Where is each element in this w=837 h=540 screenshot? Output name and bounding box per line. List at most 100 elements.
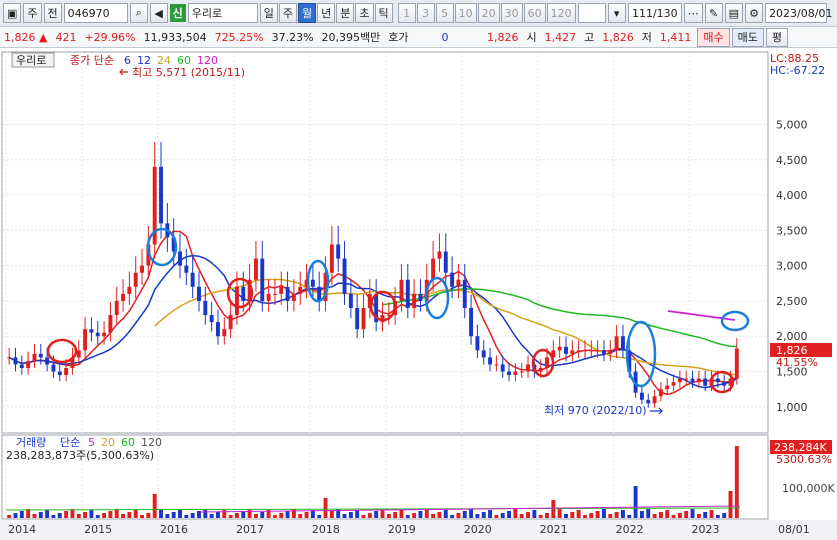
volume-bar-22: [146, 513, 151, 518]
code-input[interactable]: 046970: [63, 3, 128, 23]
candle-body-84: [538, 368, 543, 372]
interval-tab-60[interactable]: 60: [523, 3, 546, 23]
volume-bar-27: [178, 510, 182, 518]
candle-body-100: [639, 392, 644, 400]
speaker-icon[interactable]: ◀: [149, 3, 168, 23]
candle-body-14: [95, 332, 100, 337]
candle-body-69: [443, 251, 448, 273]
period-tab-0[interactable]: 일: [259, 3, 278, 23]
high-value: 1,826: [602, 30, 634, 44]
year-label-2019: 2019: [388, 523, 416, 536]
chart-icon[interactable]: ⋯: [683, 3, 703, 23]
interval-tab-30[interactable]: 30: [500, 3, 523, 23]
period-toggle[interactable]: 주: [23, 3, 42, 23]
interval-tab-10[interactable]: 10: [454, 3, 477, 23]
period-tab-1[interactable]: 주: [278, 3, 298, 23]
candle-body-6: [45, 357, 50, 365]
new-badge: 신: [169, 4, 186, 22]
year-label-2020: 2020: [464, 523, 492, 536]
edit-icon[interactable]: ✎: [704, 3, 723, 23]
volume-bar-11: [76, 514, 81, 518]
volume-bar-91: [583, 515, 587, 518]
volume-bar-60: [386, 514, 391, 518]
search-icon[interactable]: ⌕: [129, 3, 148, 23]
interval-tab-3[interactable]: 3: [416, 3, 435, 23]
date-field[interactable]: 2023/08/01: [765, 3, 832, 23]
period-tab-2[interactable]: 월: [298, 3, 317, 23]
candle-body-71: [456, 279, 461, 287]
current-pct-label: 41.55%: [776, 356, 818, 369]
volume-bar-78: [500, 513, 505, 518]
volume-bar-104: [665, 510, 670, 518]
save-icon[interactable]: ▤: [724, 3, 744, 23]
eval-button[interactable]: 평: [765, 27, 789, 47]
candle-body-53: [342, 258, 347, 294]
volume-bar-70: [450, 515, 455, 518]
interval-tab-20[interactable]: 20: [477, 3, 500, 23]
interval-tab-5[interactable]: 5: [435, 3, 454, 23]
volume-bar-45: [291, 509, 296, 518]
volume-bar-62: [399, 510, 404, 518]
volume-bar-101: [646, 509, 651, 518]
interval-tab-120[interactable]: 120: [546, 3, 576, 23]
end-date-label: 08/01: [778, 523, 810, 536]
sell-button[interactable]: 매도: [731, 27, 764, 47]
chart-area[interactable]: 1,0001,5002,0002,5003,0003,5004,0004,500…: [0, 48, 837, 540]
hc-label: HC:-67.22: [770, 64, 825, 77]
volume-bar-115: [734, 446, 739, 518]
volume-bar-19: [127, 512, 132, 518]
candle-body-21: [140, 265, 145, 273]
prev-button[interactable]: 전: [43, 3, 62, 23]
name-tab-label: 우리로: [16, 54, 46, 67]
turnover-value: 37.23%: [271, 30, 314, 44]
volume-bar-54: [348, 512, 353, 518]
volume-bar-20: [133, 510, 138, 518]
volume-bar-108: [690, 509, 695, 518]
candle-body-107: [684, 378, 689, 380]
volume-bar-79: [507, 511, 512, 518]
volume-bar-84: [538, 515, 543, 518]
volume-bar-24: [159, 509, 163, 518]
period-tab-5[interactable]: 초: [355, 3, 374, 23]
volume-bar-110: [703, 512, 708, 518]
interval-tab-1[interactable]: 1: [397, 3, 416, 23]
year-label-2015: 2015: [84, 523, 112, 536]
buy-button[interactable]: 매수: [697, 27, 730, 47]
period-tab-4[interactable]: 분: [336, 3, 355, 23]
candle-body-55: [355, 308, 360, 330]
ytick-label-7: 4,500: [776, 154, 808, 167]
period-tab-3[interactable]: 년: [317, 3, 336, 23]
candle-body-112: [715, 378, 720, 383]
candle-body-41: [266, 293, 271, 301]
dropdown-icon[interactable]: ▾: [607, 3, 626, 23]
period-tab-6[interactable]: 틱: [374, 3, 393, 23]
candle-body-34: [222, 329, 227, 337]
volume-bar-6: [45, 510, 50, 518]
year-label-2021: 2021: [540, 523, 568, 536]
volume-bar-42: [272, 515, 277, 518]
volume-bar-31: [203, 509, 208, 518]
volume-bar-40: [260, 512, 265, 518]
volume-bar-87: [557, 509, 562, 518]
candle-body-85: [545, 357, 549, 368]
settings-icon[interactable]: ⚙: [745, 3, 764, 23]
candle-body-27: [178, 251, 182, 266]
candle-body-94: [601, 350, 606, 354]
volume-bar-28: [184, 515, 189, 518]
interval-input[interactable]: [577, 3, 606, 23]
volume-bar-2: [19, 511, 24, 518]
candle-body-62: [399, 279, 404, 301]
volume-bar-37: [241, 511, 246, 518]
window-icon[interactable]: ▣: [3, 3, 22, 23]
volume-bar-65: [418, 511, 423, 518]
volume-bar-0: [7, 515, 12, 518]
stock-name-field[interactable]: 우리로: [187, 3, 258, 23]
count-value: 111: [631, 6, 653, 20]
candle-body-44: [285, 286, 290, 301]
count-field[interactable]: 111/130: [627, 3, 682, 23]
volume-bar-89: [570, 512, 575, 518]
vol-ma-legend-20: 20: [101, 436, 115, 449]
candle-body-49: [317, 286, 322, 301]
volume-bar-94: [601, 509, 606, 518]
volume-bar-4: [32, 514, 37, 518]
